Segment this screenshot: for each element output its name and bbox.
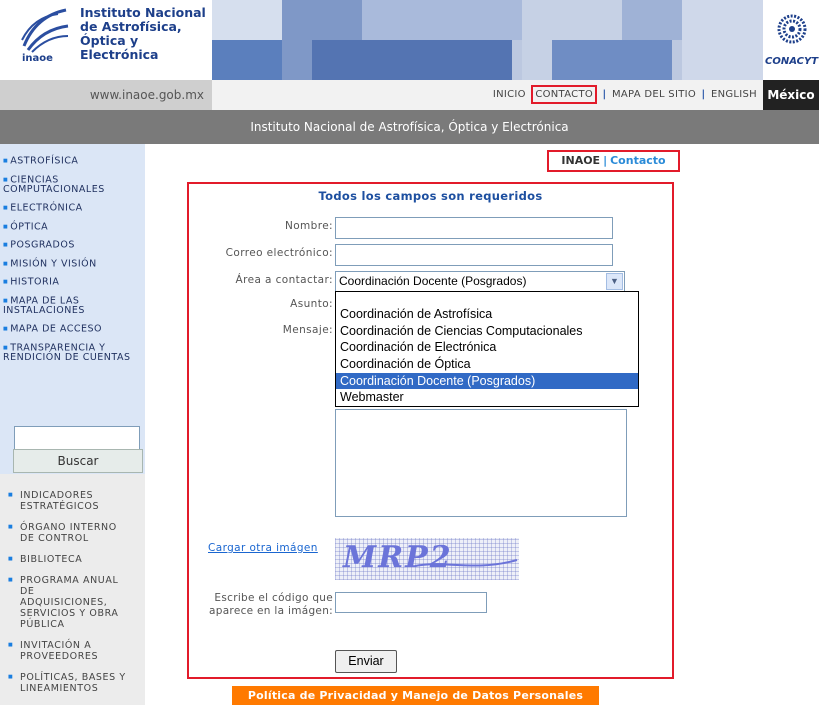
email-field[interactable]: [335, 244, 613, 266]
search-button[interactable]: Buscar: [13, 449, 143, 473]
sidebar-item-historia[interactable]: HISTORIA: [3, 277, 143, 288]
area-option[interactable]: Coordinación de Electrónica: [336, 339, 638, 356]
nav-contacto[interactable]: CONTACTO: [531, 85, 598, 104]
sidebar-item-mapa-acceso[interactable]: MAPA DE ACCESO: [3, 324, 143, 335]
url-nav-bar: www.inaoe.gob.mx INICIO CONTACTO | MAPA …: [0, 80, 819, 110]
nav-separator: |: [701, 89, 706, 100]
top-nav: INICIO CONTACTO | MAPA DEL SITIO | ENGLI…: [212, 80, 763, 110]
name-field[interactable]: [335, 217, 613, 239]
logo-acronym: inaoe: [22, 53, 53, 62]
logo-line-3: Óptica y Electrónica: [80, 33, 159, 62]
contact-form: Todos los campos son requeridos Nombre: …: [187, 182, 674, 679]
mexico-logo[interactable]: México: [763, 80, 819, 110]
submit-button[interactable]: Enviar: [335, 650, 397, 673]
message-label: Mensaje:: [282, 324, 333, 336]
site-header: inaoe Instituto Nacional de Astrofísica,…: [0, 0, 819, 80]
area-selected-value: Coordinación Docente (Posgrados): [339, 274, 527, 288]
sidebar: ASTROFÍSICA CIENCIAS COMPUTACIONALES ELE…: [0, 144, 145, 705]
sidebar-item-organo-interno[interactable]: ÓRGANO INTERNO DE CONTROL: [8, 522, 130, 544]
sidebar-item-optica[interactable]: ÓPTICA: [3, 222, 143, 233]
area-select[interactable]: Coordinación Docente (Posgrados) ▼: [335, 271, 625, 292]
name-label: Nombre:: [284, 220, 333, 232]
area-label: Área a contactar:: [235, 274, 333, 286]
breadcrumb-separator: |: [603, 154, 608, 167]
captcha-code-field[interactable]: [335, 592, 487, 613]
form-title: Todos los campos son requeridos: [318, 189, 543, 203]
sidebar-secondary: INDICADORES ESTRATÉGICOS ÓRGANO INTERNO …: [0, 474, 145, 705]
logo-line-1: Instituto Nacional: [80, 5, 206, 20]
email-label: Correo electrónico:: [225, 247, 333, 259]
code-label: Escribe el código que aparece en la imág…: [209, 592, 333, 617]
inaoe-logo-icon: inaoe: [21, 8, 69, 62]
reload-captcha-link[interactable]: Cargar otra imágen: [208, 542, 318, 554]
breadcrumb-current: Contacto: [610, 154, 666, 167]
conacyt-wordmark: CONACYT: [765, 56, 819, 67]
site-url: www.inaoe.gob.mx: [0, 80, 212, 110]
area-option[interactable]: Coordinación de Astrofísica: [336, 306, 638, 323]
header-banner-image: [212, 0, 763, 80]
sidebar-item-posgrados[interactable]: POSGRADOS: [3, 240, 143, 251]
institution-name: Instituto Nacional de Astrofísica, Óptic…: [80, 6, 208, 62]
sidebar-item-mision-vision[interactable]: MISIÓN Y VISIÓN: [3, 259, 143, 270]
area-dropdown-list[interactable]: Coordinación de Astrofísica Coordinación…: [335, 291, 639, 407]
nav-inicio[interactable]: INICIO: [493, 89, 526, 100]
breadcrumb-root[interactable]: INAOE: [561, 154, 600, 167]
nav-separator: |: [602, 89, 607, 100]
inaoe-logo[interactable]: inaoe Instituto Nacional de Astrofísica,…: [0, 0, 210, 80]
conacyt-emblem-icon: [777, 14, 807, 44]
message-textarea[interactable]: [335, 409, 627, 517]
nav-english[interactable]: ENGLISH: [711, 89, 757, 100]
sidebar-menu: ASTROFÍSICA CIENCIAS COMPUTACIONALES ELE…: [3, 156, 143, 371]
breadcrumb: INAOE | Contacto: [547, 150, 680, 172]
captcha-image: MRP2: [335, 538, 519, 580]
area-option[interactable]: Webmaster: [336, 389, 638, 406]
page-banner-title: Instituto Nacional de Astrofísica, Óptic…: [0, 110, 819, 144]
sidebar-item-ciencias-computacionales[interactable]: CIENCIAS COMPUTACIONALES: [3, 175, 104, 196]
sidebar-item-biblioteca[interactable]: BIBLIOTECA: [8, 554, 143, 565]
sidebar-item-transparencia[interactable]: TRANSPARENCIA Y RENDICIÓN DE CUENTAS: [3, 343, 133, 364]
sidebar-item-indicadores[interactable]: INDICADORES ESTRATÉGICOS: [8, 490, 120, 512]
sidebar-item-politicas[interactable]: POLÍTICAS, BASES Y LINEAMIENTOS: [8, 672, 130, 694]
area-option[interactable]: Coordinación de Ciencias Computacionales: [336, 323, 638, 340]
sidebar-search-input[interactable]: [14, 426, 140, 450]
area-option[interactable]: Coordinación de Óptica: [336, 356, 638, 373]
area-option-highlighted[interactable]: Coordinación Docente (Posgrados): [336, 372, 638, 390]
subject-label: Asunto:: [290, 298, 333, 310]
chevron-down-icon[interactable]: ▼: [606, 273, 623, 290]
logo-line-2: de Astrofísica,: [80, 19, 182, 34]
sidebar-item-electronica[interactable]: ELECTRÓNICA: [3, 203, 143, 214]
conacyt-logo[interactable]: CONACYT: [763, 0, 819, 80]
sidebar-item-programa-anual[interactable]: PROGRAMA ANUAL DE ADQUISICIONES, SERVICI…: [8, 575, 120, 630]
sidebar-item-invitacion-proveedores[interactable]: INVITACIÓN A PROVEEDORES: [8, 640, 120, 662]
sidebar-item-astrofisica[interactable]: ASTROFÍSICA: [3, 156, 143, 167]
nav-mapa-del-sitio[interactable]: MAPA DEL SITIO: [612, 89, 696, 100]
privacy-policy-link[interactable]: Política de Privacidad y Manejo de Datos…: [232, 686, 599, 705]
sidebar-item-mapa-instalaciones[interactable]: MAPA DE LAS INSTALACIONES: [3, 296, 113, 317]
captcha-noise-icon: [414, 559, 518, 567]
